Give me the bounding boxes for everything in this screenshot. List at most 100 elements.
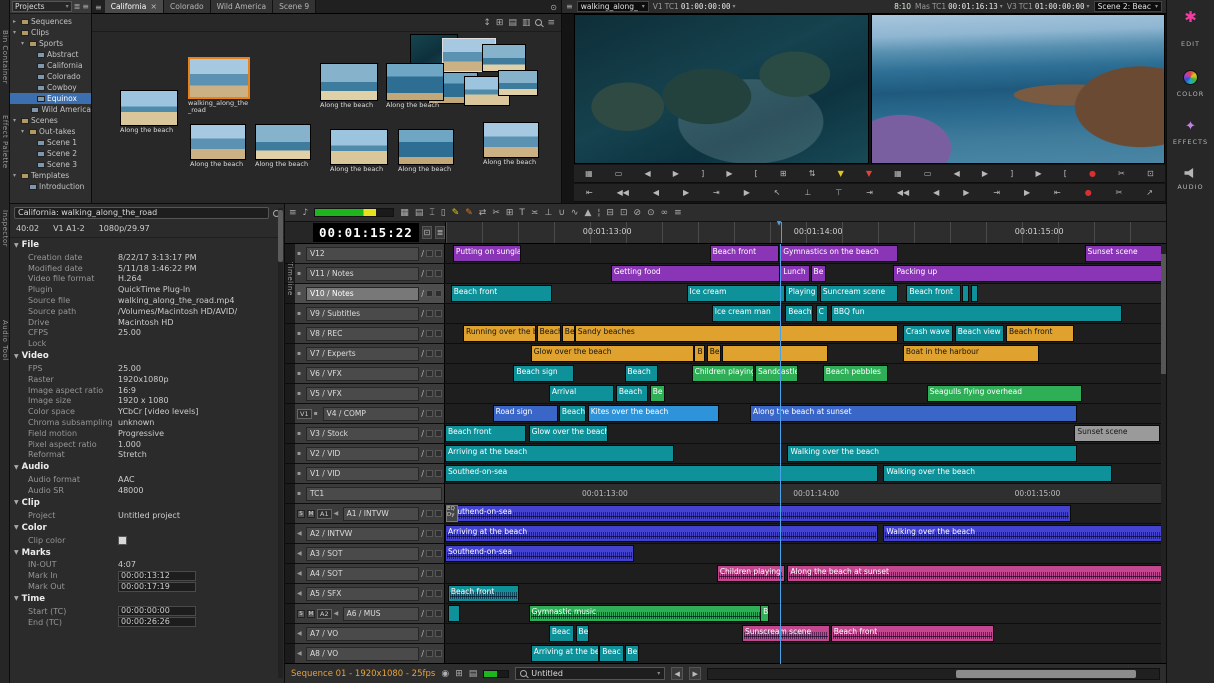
marker-yellow-icon[interactable]: ✎ (452, 208, 460, 218)
track-button[interactable] (426, 270, 433, 277)
project-tree-item-scene-1[interactable]: Scene 1 (10, 137, 91, 148)
project-tree-item-scene-2[interactable]: Scene 2 (10, 148, 91, 159)
overwrite-icon[interactable]: ▶ (1024, 188, 1030, 198)
marker-orange-icon[interactable]: ✎ (465, 208, 473, 218)
track-name[interactable]: V5 / VFX (306, 387, 419, 401)
marks-icon[interactable]: ¦ (597, 208, 600, 218)
bin-clip-clip[interactable] (498, 70, 538, 96)
monitor-icon[interactable]: ▪ (297, 470, 304, 477)
monitor-icon[interactable]: ▪ (297, 490, 304, 497)
mute-button[interactable]: M (307, 610, 315, 618)
timeline-hscrollbar[interactable] (707, 668, 1160, 680)
step-back-record-icon[interactable]: ◀ (933, 188, 939, 198)
rewind-icon[interactable]: ◀◀ (617, 188, 629, 198)
clip-putting-on-sunglas[interactable]: Putting on sunglas (453, 245, 521, 262)
clip-beach-front[interactable]: Beach front (445, 425, 526, 442)
clip-suncream-scene[interactable]: Suncream scene (820, 285, 899, 302)
source-patch-a1[interactable]: A1 (317, 509, 332, 519)
scroll-right-button[interactable]: ▶ (689, 667, 701, 680)
bin-tab-wild-america[interactable]: Wild America (211, 0, 274, 13)
track-header-a8-vo[interactable]: ◀A8 / VO∕ (295, 644, 445, 663)
clip-gymnastics-on-the-beach[interactable]: Gymnastics on the beach (780, 245, 898, 262)
track-button[interactable] (426, 470, 433, 477)
effect-toggle-icon[interactable]: ∕ (421, 529, 424, 538)
record-clip-dropdown[interactable]: Scene 2: Beac ▾ (1094, 1, 1162, 12)
bin-menu-icon[interactable]: ≡ (547, 18, 555, 28)
effect-toggle-icon[interactable]: ∕ (421, 329, 424, 338)
close-tab-icon[interactable]: × (150, 2, 157, 11)
tab-inspector[interactable]: Inspector (1, 210, 9, 247)
monitor-icon[interactable]: ▪ (297, 250, 304, 257)
toggle-client-monitor-icon[interactable]: ▦ (585, 169, 593, 179)
effect-toggle-icon[interactable]: ∕ (421, 289, 424, 298)
track-button[interactable] (435, 250, 442, 257)
effect-toggle-icon[interactable]: ∕ (421, 369, 424, 378)
track-button[interactable] (435, 290, 442, 297)
bin-tab-colorado[interactable]: Colorado (164, 0, 211, 13)
play-record-icon[interactable]: ▶ (982, 169, 988, 179)
project-tree-item-sports[interactable]: ▾Sports (10, 38, 91, 49)
clip-children-playing[interactable]: Children playing (717, 565, 785, 582)
speaker-icon[interactable]: ♪ (303, 208, 309, 218)
magnet-icon[interactable]: ∪ (558, 208, 565, 218)
monitor-icon[interactable]: ▪ (314, 410, 321, 417)
step-back-1-icon[interactable]: ◀ (653, 188, 659, 198)
effect-toggle-icon[interactable]: ∕ (421, 269, 424, 278)
script-view-icon[interactable]: ▥ (522, 18, 531, 28)
tab-audio-tool[interactable]: Audio Tool (1, 320, 9, 361)
track-button[interactable] (426, 330, 433, 337)
scroll-left-button[interactable]: ◀ (671, 667, 683, 680)
effect-toggle-icon[interactable]: ∕ (421, 429, 424, 438)
sync-icon[interactable]: ⊙ (647, 208, 655, 218)
track-button[interactable] (435, 630, 442, 637)
track-button[interactable] (426, 450, 433, 457)
title-tool-icon[interactable]: T (519, 208, 525, 218)
clip-along-the-beach-at-sunset[interactable]: Along the beach at sunset (787, 565, 1164, 582)
cut-icon[interactable]: ✂ (492, 208, 500, 218)
search-icon[interactable] (535, 19, 542, 26)
go-to-start-icon[interactable]: ⇤ (586, 188, 593, 198)
clip-beach-front[interactable]: Beach front (1006, 325, 1074, 342)
track-button[interactable] (426, 290, 433, 297)
clip-beach[interactable]: Beach (537, 325, 562, 342)
track-button[interactable] (426, 390, 433, 397)
timeline-ruler[interactable]: 00:01:13:0000:01:14:0000:01:15:00 (445, 222, 1166, 243)
section-header-audio[interactable]: ▼Audio (10, 460, 284, 474)
timecode-display-toggle[interactable]: ⊡ (422, 226, 432, 239)
expand-icon[interactable]: ↗ (1146, 188, 1153, 198)
clip-beach[interactable]: Beach (616, 385, 648, 402)
track-button[interactable] (426, 310, 433, 317)
source-patch-v1[interactable]: V1 (297, 409, 312, 419)
track-header-a4-sot[interactable]: ◀A4 / SOT∕ (295, 564, 445, 583)
project-tree-item-out-takes[interactable]: ▾Out-takes (10, 126, 91, 137)
clip-beach-sign[interactable]: Beach sign (513, 365, 574, 382)
track-header-v11-notes[interactable]: ▪V11 / Notes∕ (295, 264, 445, 283)
effect-toggle-icon[interactable]: ∕ (421, 649, 424, 658)
track-name[interactable]: A8 / VO (306, 647, 419, 661)
record-dot-icon[interactable]: ◉ (441, 669, 449, 679)
clip-sandcastles[interactable]: Sandcastles (755, 365, 798, 382)
link-icon[interactable]: ∞ (661, 208, 669, 218)
clip-segment[interactable] (448, 605, 460, 622)
effect-toggle-icon[interactable]: ∕ (421, 549, 424, 558)
clip-southend-on-sea[interactable]: Southend-on-sea (445, 505, 1071, 522)
project-tree-item-templates[interactable]: ▾Templates (10, 170, 91, 181)
track-name[interactable]: V11 / Notes (306, 267, 419, 281)
bin-clip-along-the-beach[interactable]: Along the beach (330, 129, 388, 173)
speaker-icon[interactable]: ◀ (297, 650, 304, 657)
track-name[interactable]: V10 / Notes (306, 287, 419, 301)
gang-icon[interactable]: ▦ (894, 169, 902, 179)
project-tree-item-california[interactable]: California (10, 60, 91, 71)
track-button[interactable] (435, 590, 442, 597)
source-clip-dropdown[interactable]: walking_along_ ▾ (577, 1, 649, 12)
track-header-tc1[interactable]: ▪TC1 (295, 484, 445, 503)
step-backward-icon[interactable]: ◀ (644, 169, 650, 179)
effect-toggle-icon[interactable]: ∕ (421, 569, 424, 578)
track-name[interactable]: A3 / SOT (306, 547, 419, 561)
clip-sunset-scene[interactable]: Sunset scene (1074, 425, 1160, 442)
monitor-icon[interactable]: ▪ (297, 390, 304, 397)
track-header-v1-vid[interactable]: ▪V1 / VID∕ (295, 464, 445, 483)
project-tree-item-sequences[interactable]: ▸Sequences (10, 16, 91, 27)
mark-in-icon[interactable]: ⇥ (713, 188, 720, 198)
bin-clip-along-the-beach[interactable]: Along the beach (483, 122, 539, 166)
